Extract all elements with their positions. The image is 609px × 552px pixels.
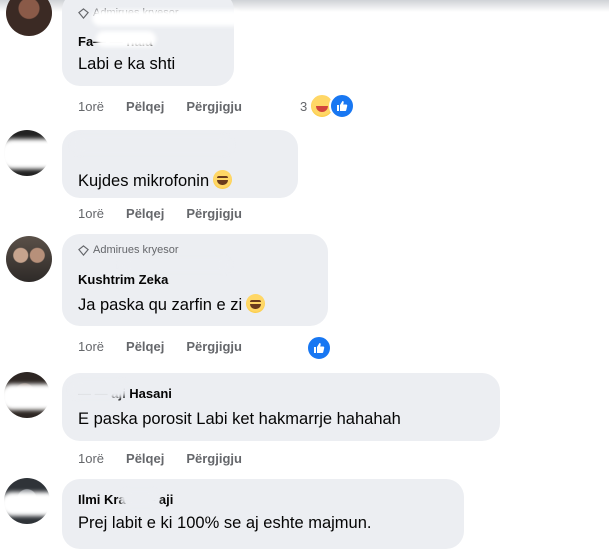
avatar[interactable] — [6, 0, 52, 36]
comment-actions: 1orë Pëlqej Përgjigju — [78, 451, 242, 466]
reply-button[interactable]: Përgjigju — [186, 339, 242, 354]
redaction-smudge — [96, 31, 156, 47]
comment-author[interactable]: Kushtrim Zeka — [78, 272, 168, 287]
redaction-smudge — [120, 258, 230, 272]
comment-text-content: Kujdes mikrofonin — [78, 172, 210, 190]
comment-text: Kujdes mikrofonin — [78, 170, 233, 191]
redaction-smudge — [120, 490, 160, 506]
comment-bubble — [62, 373, 500, 441]
redaction-smudge — [0, 139, 70, 169]
redaction-smudge — [0, 384, 62, 410]
diamond-icon — [78, 244, 89, 256]
comment-text-content: Ja paska qu zarfin e zi — [78, 296, 243, 314]
reply-button[interactable]: Përgjigju — [186, 206, 242, 221]
comment-time[interactable]: 1orë — [78, 206, 104, 221]
like-button[interactable]: Pëlqej — [126, 339, 164, 354]
comment-actions: 1orë Pëlqej Përgjigju — [78, 99, 242, 114]
top-fan-badge: Admirues kryesor — [78, 244, 179, 256]
comment-text: Labi e ka shti — [78, 55, 176, 73]
redaction-smudge — [0, 492, 60, 516]
like-reaction-icon — [306, 335, 332, 361]
like-reaction-icon — [329, 93, 356, 119]
comment-text: Prej labit e ki 100% se aj eshte majmun. — [78, 514, 372, 532]
reply-button[interactable]: Përgjigju — [186, 451, 242, 466]
comment-text: E paska porosit Labi ket hakmarrje hahah… — [78, 410, 401, 428]
redaction-smudge — [72, 136, 232, 154]
reaction-summary[interactable] — [306, 335, 332, 361]
grinning-emoji-icon — [213, 170, 233, 189]
avatar[interactable] — [6, 236, 52, 282]
comment-time[interactable]: 1orë — [78, 99, 104, 114]
tears-of-joy-emoji-icon — [246, 294, 266, 313]
redaction-smudge — [92, 10, 242, 26]
reaction-count: 3 — [300, 98, 308, 114]
reply-button[interactable]: Përgjigju — [186, 99, 242, 114]
redaction-smudge — [70, 380, 128, 398]
badge-label: Admirues kryesor — [93, 244, 179, 256]
comment-text: Ja paska qu zarfin e zi — [78, 294, 266, 315]
comment-time[interactable]: 1orë — [78, 339, 104, 354]
like-button[interactable]: Pëlqej — [126, 99, 164, 114]
comment-actions: 1orë Pëlqej Përgjigju — [78, 339, 242, 354]
comment-actions: 1orë Pëlqej Përgjigju — [78, 206, 242, 221]
diamond-icon — [78, 7, 89, 19]
reaction-summary[interactable]: 3 — [300, 93, 356, 119]
like-button[interactable]: Pëlqej — [126, 206, 164, 221]
comment-time[interactable]: 1orë — [78, 451, 104, 466]
like-button[interactable]: Pëlqej — [126, 451, 164, 466]
